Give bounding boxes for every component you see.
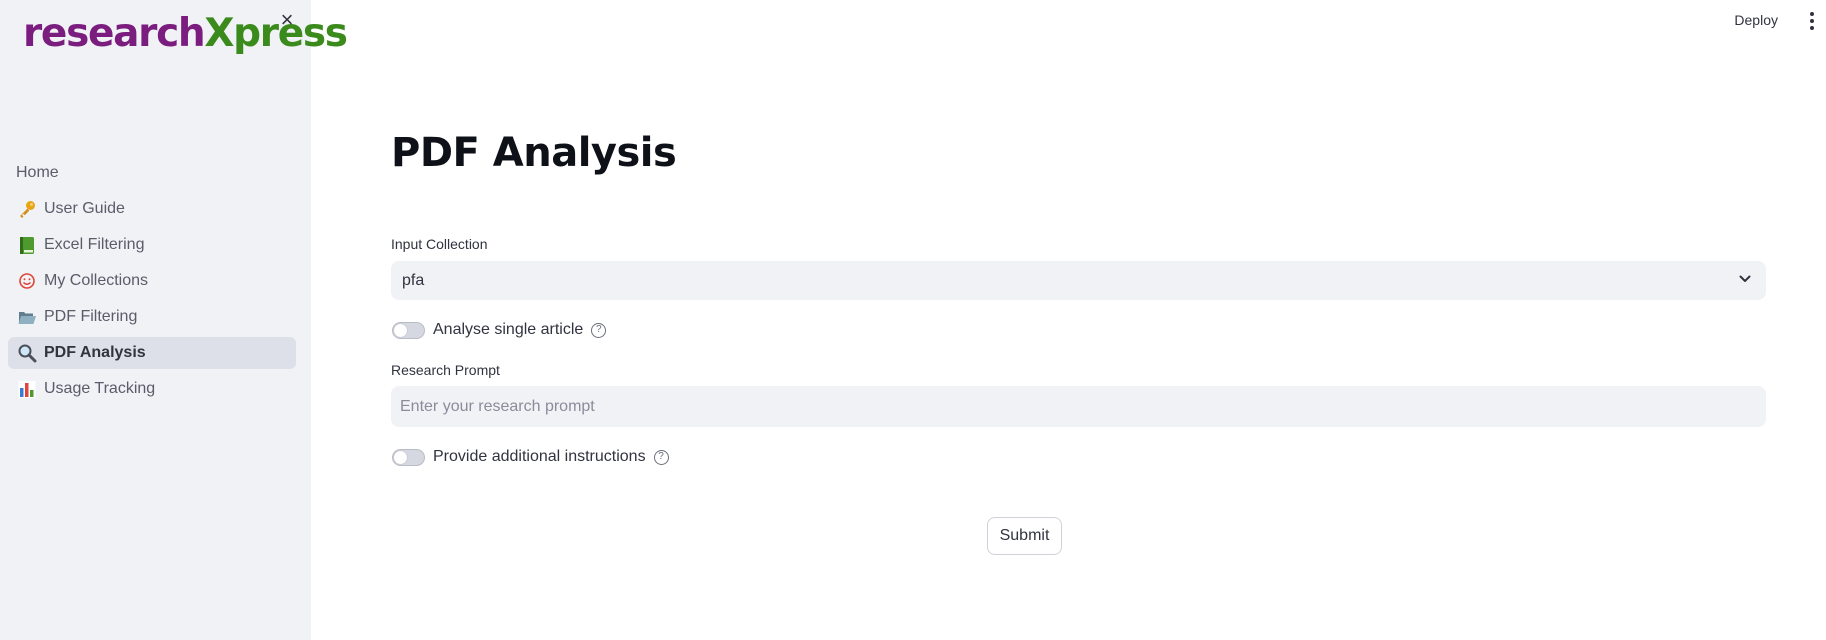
- research-prompt-label: Research Prompt: [391, 362, 500, 378]
- bar-chart-icon: [16, 378, 38, 400]
- open-folder-icon: [16, 306, 38, 328]
- sidebar-item-label: PDF Analysis: [44, 344, 146, 361]
- sidebar-item-usage-tracking[interactable]: Usage Tracking: [8, 373, 296, 405]
- sidebar-item-pdf-filtering[interactable]: PDF Filtering: [8, 301, 296, 333]
- sidebar-item-home[interactable]: Home: [8, 157, 296, 189]
- sidebar-item-label: Usage Tracking: [44, 380, 156, 397]
- sidebar-item-pdf-analysis[interactable]: PDF Analysis: [8, 337, 296, 369]
- research-prompt-input[interactable]: [391, 386, 1766, 427]
- main-menu-icon[interactable]: [1804, 10, 1820, 32]
- smiley-icon: [16, 270, 38, 292]
- sidebar-item-label: PDF Filtering: [44, 308, 138, 325]
- single-article-toggle-label: Analyse single article: [433, 321, 584, 338]
- input-collection-label: Input Collection: [391, 236, 488, 252]
- additional-instructions-toggle[interactable]: [392, 448, 425, 466]
- green-book-icon: [16, 234, 38, 256]
- sidebar-item-label: User Guide: [44, 200, 125, 217]
- deploy-button[interactable]: Deploy: [1734, 12, 1778, 28]
- help-icon[interactable]: ?: [591, 322, 607, 338]
- sidebar-nav: Home User Guide Excel Filtering My Colle…: [8, 157, 296, 409]
- sidebar: researchXpress × Home User Guide Excel F…: [0, 0, 348, 640]
- single-article-toggle-row: Analyse single article ?: [392, 319, 607, 341]
- sidebar-item-user-guide[interactable]: User Guide: [8, 193, 296, 225]
- input-collection-select[interactable]: pfa: [391, 261, 1766, 300]
- input-collection-value: pfa: [402, 271, 425, 289]
- additional-instructions-toggle-label: Provide additional instructions: [433, 448, 646, 465]
- sidebar-item-excel-filtering[interactable]: Excel Filtering: [8, 229, 296, 261]
- submit-button[interactable]: Submit: [987, 517, 1062, 555]
- sidebar-item-label: Excel Filtering: [44, 236, 145, 253]
- key-icon: [16, 198, 38, 220]
- sidebar-item-label: My Collections: [44, 272, 149, 289]
- chevron-down-icon: [1739, 275, 1751, 282]
- page-title: PDF Analysis: [391, 130, 677, 176]
- app-logo: researchXpress: [23, 11, 348, 56]
- additional-instructions-toggle-row: Provide additional instructions ?: [392, 446, 669, 468]
- main-content: Deploy PDF Analysis Input Collection pfa…: [311, 0, 1826, 640]
- sidebar-item-my-collections[interactable]: My Collections: [8, 265, 296, 297]
- sidebar-item-label: Home: [16, 164, 59, 181]
- single-article-toggle[interactable]: [392, 321, 425, 339]
- logo-part-research: research: [23, 11, 206, 56]
- close-sidebar-icon[interactable]: ×: [276, 9, 298, 31]
- magnifier-icon: [16, 342, 38, 364]
- help-icon[interactable]: ?: [653, 449, 669, 465]
